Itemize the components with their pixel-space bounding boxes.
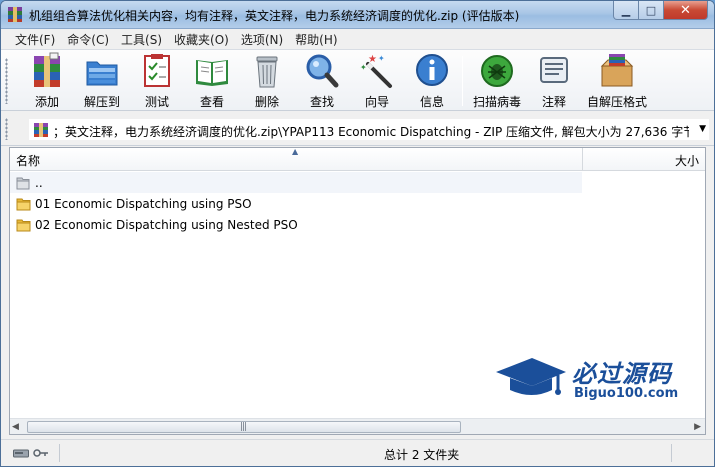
toolbar: 添加 解压到 测试 查看 删除 查找 ★ ✦ ✦ 向导 信息 扫描病毒 注释 自…: [1, 49, 714, 111]
extract-folder-icon: [86, 61, 118, 86]
wizard-button[interactable]: ★ ✦ ✦ 向导: [351, 52, 403, 110]
status-divider: [59, 444, 60, 462]
list-item[interactable]: 01 Economic Dispatching using PSO: [10, 193, 582, 214]
add-archive-icon: [34, 52, 60, 87]
key-icon[interactable]: [33, 447, 49, 459]
minimize-button[interactable]: ▁: [613, 1, 639, 20]
archive-icon: [34, 123, 48, 137]
file-name: 01 Economic Dispatching using PSO: [35, 196, 252, 211]
menu-bar: 文件(F) 命令(C) 工具(S) 收藏夹(O) 选项(N) 帮助(H): [1, 29, 714, 49]
folder-icon: [16, 198, 31, 210]
toolbar-separator: [462, 56, 463, 106]
comment-button[interactable]: 注释: [528, 52, 580, 110]
scroll-left-icon[interactable]: ◀: [12, 422, 19, 432]
wizard-label: 向导: [364, 95, 389, 109]
svg-text:✦: ✦: [378, 54, 385, 63]
status-icons: [13, 447, 49, 459]
svg-text:★: ★: [368, 54, 377, 65]
add-button[interactable]: 添加: [21, 52, 73, 110]
address-bar: ；英文注释，电力系统经济调度的优化.zip\YPAP113 Economic D…: [1, 112, 714, 146]
comment-icon: [540, 57, 568, 83]
find-label: 查找: [309, 95, 334, 109]
test-label: 测试: [144, 95, 169, 109]
status-divider: [671, 444, 672, 462]
menu-file[interactable]: 文件(F): [9, 29, 61, 49]
menu-options[interactable]: 选项(N): [235, 29, 289, 49]
comment-label: 注释: [541, 95, 566, 109]
menu-tools[interactable]: 工具(S): [115, 29, 168, 49]
delete-label: 删除: [254, 95, 279, 109]
close-icon: ✕: [680, 2, 691, 18]
chevron-down-icon[interactable]: ▼: [699, 124, 706, 134]
graduation-cap-icon: [496, 358, 566, 395]
extract-to-button[interactable]: 解压到: [76, 52, 128, 110]
address-path: ；英文注释，电力系统经济调度的优化.zip\YPAP113 Economic D…: [53, 125, 689, 139]
scan-virus-button[interactable]: 扫描病毒: [471, 52, 523, 110]
column-divider[interactable]: [582, 148, 583, 171]
view-label: 查看: [199, 95, 224, 109]
info-label: 信息: [419, 95, 444, 109]
watermark-subtitle: Biguo100.com: [574, 386, 679, 401]
column-name[interactable]: 名称: [16, 152, 40, 169]
scroll-right-icon[interactable]: ▶: [694, 422, 701, 432]
horizontal-scrollbar[interactable]: ◀ ||| ▶: [10, 418, 705, 434]
menu-help[interactable]: 帮助(H): [289, 29, 343, 49]
column-header: ▲ 名称 大小: [10, 147, 705, 171]
wizard-wand-icon: ★ ✦ ✦: [360, 54, 392, 88]
file-list: ▲ 名称 大小 .. 01 Economic Dispatching using…: [9, 147, 706, 435]
toolbar-grip[interactable]: [5, 58, 8, 104]
parent-folder-icon: [16, 177, 30, 189]
svg-text:✦: ✦: [360, 63, 367, 72]
close-button[interactable]: ✕: [664, 1, 708, 20]
minimize-icon: ▁: [621, 3, 631, 17]
watermark-logo: 必过源码 Biguo100.com: [494, 354, 699, 406]
status-text: 总计 2 文件夹: [384, 448, 460, 462]
scroll-grip-icon: |||: [240, 422, 247, 432]
address-grip[interactable]: [5, 118, 8, 140]
status-bar: 总计 2 文件夹: [1, 439, 714, 466]
window-title: 机组组合算法优化相关内容，均有注释，英文注释，电力系统经济调度的优化.zip (…: [29, 9, 520, 23]
scroll-thumb[interactable]: |||: [27, 421, 461, 433]
virus-scan-icon: [481, 55, 513, 87]
drive-icon[interactable]: [13, 447, 29, 459]
menu-favorites[interactable]: 收藏夹(O): [168, 29, 235, 49]
watermark-title: 必过源码: [572, 360, 672, 388]
sfx-box-icon: [600, 54, 634, 87]
extract-to-label: 解压到: [83, 95, 120, 109]
scan-virus-label: 扫描病毒: [472, 95, 521, 109]
winrar-window: 机组组合算法优化相关内容，均有注释，英文注释，电力系统经济调度的优化.zip (…: [0, 0, 715, 467]
folder-icon: [16, 219, 31, 231]
winrar-app-icon: [8, 7, 22, 22]
file-name: 02 Economic Dispatching using Nested PSO: [35, 217, 298, 232]
list-item[interactable]: 02 Economic Dispatching using Nested PSO: [10, 214, 582, 235]
menu-commands[interactable]: 命令(C): [61, 29, 115, 49]
window-controls: ▁ □ ✕: [613, 1, 708, 21]
find-magnifier-icon: [306, 54, 339, 88]
file-name: ..: [35, 175, 43, 190]
title-bar[interactable]: 机组组合算法优化相关内容，均有注释，英文注释，电力系统经济调度的优化.zip (…: [1, 1, 714, 29]
info-button[interactable]: 信息: [406, 52, 458, 110]
sfx-button[interactable]: 自解压格式: [585, 52, 649, 110]
maximize-icon: □: [645, 3, 657, 17]
view-book-icon: [196, 60, 228, 86]
info-icon: [416, 54, 448, 86]
list-item-parent[interactable]: ..: [10, 172, 582, 193]
add-label: 添加: [34, 95, 59, 109]
find-button[interactable]: 查找: [296, 52, 348, 110]
delete-button[interactable]: 删除: [241, 52, 293, 110]
column-size[interactable]: 大小: [675, 152, 699, 169]
sort-ascending-icon: ▲: [292, 147, 299, 156]
maximize-button[interactable]: □: [639, 1, 664, 20]
view-button[interactable]: 查看: [186, 52, 238, 110]
delete-trash-icon: [256, 56, 278, 88]
test-checklist-icon: [144, 54, 170, 87]
sfx-label: 自解压格式: [586, 95, 647, 109]
test-button[interactable]: 测试: [131, 52, 183, 110]
